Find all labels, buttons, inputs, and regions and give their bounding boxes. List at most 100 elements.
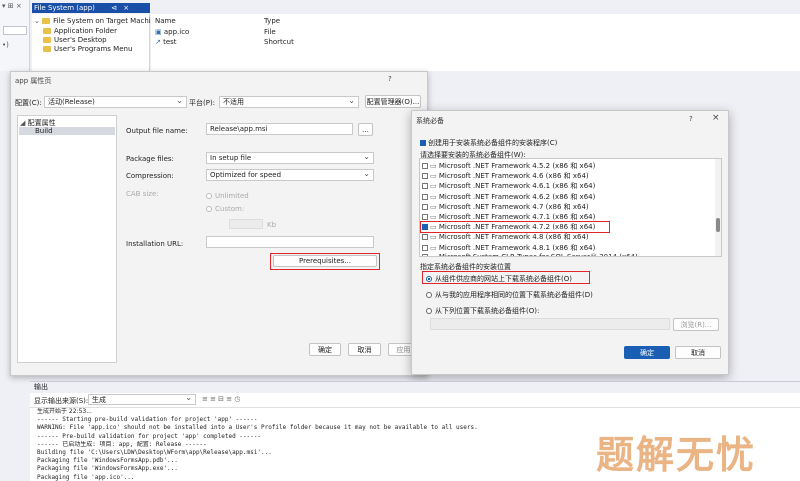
tree-item-application-folder[interactable]: Application Folder [43, 27, 117, 35]
browse-location-button[interactable]: 浏览(R)... [673, 318, 719, 331]
column-header-name[interactable]: Name [155, 17, 176, 25]
prereq-item-label: Microsoft .NET Framework 4.6.2 (x86 和 x6… [438, 192, 596, 201]
prerequisites-dialog: 系统必备 ? × 创建用于安装系统必备组件的安装程序(C) 请选择要安装的系统必… [411, 110, 729, 375]
prereq-item[interactable]: ▭ Microsoft .NET Framework 4.7 (x86 和 x6… [422, 202, 712, 212]
browse-button[interactable]: ... [358, 123, 373, 136]
package-icon: ▭ [430, 233, 439, 242]
prereq-item-label: Microsoft System CLR Types for SQL Serve… [438, 252, 638, 257]
pin-icon[interactable]: ⊲ [111, 4, 117, 12]
prereq-ok-button[interactable]: 确定 [624, 346, 670, 359]
folder-icon [42, 18, 51, 24]
radio-icon [206, 193, 212, 199]
output-line: 生成开始于 22:53... [37, 408, 92, 415]
close-icon[interactable]: × [123, 4, 129, 12]
compression-label: Compression: [126, 172, 174, 180]
checkbox-icon[interactable] [422, 214, 428, 220]
prereq-item[interactable]: ▭ Microsoft .NET Framework 4.6 (x86 和 x6… [422, 171, 712, 181]
installation-url-input[interactable] [206, 236, 374, 248]
net472-highlight [420, 221, 610, 233]
compression-dropdown[interactable]: Optimized for speed [206, 169, 374, 181]
config-manager-button[interactable]: 配置管理器(O)... [365, 95, 421, 108]
tab-title: File System (app) [34, 4, 95, 12]
cancel-button[interactable]: 取消 [348, 343, 381, 356]
tab-file-system[interactable]: File System (app) ⊲ × [32, 3, 150, 13]
prereq-item[interactable]: ▭ Microsoft .NET Framework 4.6.1 (x86 和 … [422, 181, 712, 191]
unlimited-radio[interactable]: Unlimited [206, 192, 249, 200]
tree-item-users-programs-menu[interactable]: User's Programs Menu [43, 45, 132, 53]
platform-label: 平台(P): [189, 99, 216, 107]
config-label: 配置(C): [15, 99, 42, 107]
side-search-input[interactable] [3, 26, 27, 35]
checkbox-icon[interactable] [422, 234, 428, 241]
prereq-dialog-title: 系统必备 [416, 117, 444, 125]
output-file-input[interactable]: Release\app.msi [206, 123, 353, 135]
prereq-item[interactable]: ▭ Microsoft .NET Framework 4.8.1 (x86 和 … [422, 243, 712, 253]
side-toolbar-icons[interactable]: ▾ ⊞ × [2, 2, 22, 10]
package-icon: ▭ [430, 192, 439, 201]
radio-icon [206, 206, 212, 212]
column-header-type[interactable]: Type [264, 17, 280, 25]
tree-item-users-desktop[interactable]: User's Desktop [43, 36, 107, 44]
help-icon[interactable]: ? [689, 115, 693, 123]
kb-label: Kb [267, 221, 277, 229]
package-icon: ▭ [430, 202, 439, 211]
create-setup-checkbox[interactable]: 创建用于安装系统必备组件的安装程序(C) [420, 138, 557, 148]
close-icon[interactable]: × [712, 113, 720, 123]
file-list: Name Type ▣ app.ico File ↗ test Shortcut [151, 14, 800, 71]
side-list-icon: •) [2, 41, 9, 49]
file-system-tree: ⌄ File System on Target Machine Applicat… [32, 14, 160, 71]
platform-dropdown[interactable]: 不适用 [219, 96, 359, 108]
ok-button[interactable]: 确定 [309, 343, 341, 356]
prereq-item[interactable]: ▭ Microsoft .NET Framework 4.8 (x86 和 x6… [422, 232, 712, 242]
checkbox-icon[interactable] [422, 253, 428, 256]
package-files-dropdown[interactable]: In setup file [206, 152, 374, 164]
vendor-site-radio[interactable]: 从组件供应商的网站上下载系统必备组件(O) [426, 274, 572, 284]
checkbox-icon[interactable] [422, 163, 428, 169]
prereq-item-label: Microsoft .NET Framework 4.5.2 (x86 和 x6… [438, 162, 596, 170]
scrollbar-thumb[interactable] [716, 218, 720, 232]
custom-radio[interactable]: Custom: [206, 205, 244, 213]
package-icon: ▭ [430, 172, 439, 181]
list-item[interactable]: ↗ test [155, 38, 177, 46]
prereq-item-label: Microsoft .NET Framework 4.8.1 (x86 和 x6… [438, 243, 596, 252]
prereq-cancel-button[interactable]: 取消 [675, 346, 721, 359]
shortcut-icon: ↗ [155, 38, 161, 46]
scrollbar[interactable] [715, 159, 721, 256]
custom-location-radio[interactable]: 从下列位置下载系统必备组件(O): [426, 306, 539, 316]
config-dropdown[interactable]: 活动(Release) [44, 96, 187, 108]
tree-item-build[interactable]: Build [19, 127, 115, 135]
watermark: 题解无忧 [596, 433, 757, 477]
radio-icon [426, 308, 432, 314]
custom-location-input[interactable] [430, 318, 670, 330]
same-location-radio[interactable]: 从与我的应用程序相同的位置下载系统必备组件(D) [426, 290, 593, 300]
list-item-type: Shortcut [264, 38, 294, 46]
checkbox-icon[interactable] [422, 173, 428, 180]
prereq-item[interactable]: ▭ Microsoft System CLR Types for SQL Ser… [422, 252, 712, 257]
list-item[interactable]: ▣ app.ico [155, 28, 189, 36]
package-icon: ▭ [430, 252, 439, 257]
prereq-item-label: Microsoft .NET Framework 4.6 (x86 和 x64) [438, 172, 589, 181]
property-pages-dialog: app 属性页 ? 配置(C): 活动(Release) 平台(P): 不适用 … [10, 71, 428, 376]
output-toolbar-icons[interactable]: ≡ ≡ ⊟ ≡ ◷ [202, 395, 240, 403]
checkbox-icon[interactable] [422, 203, 428, 210]
prerequisites-button[interactable]: Prerequisites... [273, 255, 377, 267]
output-source-dropdown[interactable]: 生成 [88, 394, 196, 405]
prereq-item[interactable]: ▭ Microsoft .NET Framework 4.5.2 (x86 和 … [422, 161, 712, 171]
folder-icon [43, 28, 51, 34]
radio-icon [426, 276, 432, 282]
checkbox-icon[interactable] [422, 193, 428, 200]
prereq-item-label: Microsoft .NET Framework 4.8 (x86 和 x64) [438, 233, 589, 242]
checkbox-icon[interactable] [422, 183, 428, 190]
package-icon: ▭ [430, 213, 439, 221]
prereq-item-label: Microsoft .NET Framework 4.7 (x86 和 x64) [438, 202, 589, 211]
output-file-label: Output file name: [126, 127, 188, 135]
prereq-item[interactable]: ▭ Microsoft .NET Framework 4.6.2 (x86 和 … [422, 192, 712, 202]
custom-size-input[interactable] [229, 219, 263, 229]
checkbox-icon[interactable] [422, 244, 428, 251]
tree-root[interactable]: ⌄ File System on Target Machine [34, 17, 160, 25]
help-icon[interactable]: ? [388, 75, 392, 83]
package-icon: ▭ [430, 243, 439, 252]
output-source-label: 显示输出来源(S): [34, 397, 89, 405]
prereq-item-label: Microsoft .NET Framework 4.7.1 (x86 和 x6… [438, 213, 596, 221]
list-item-type: File [264, 28, 276, 36]
